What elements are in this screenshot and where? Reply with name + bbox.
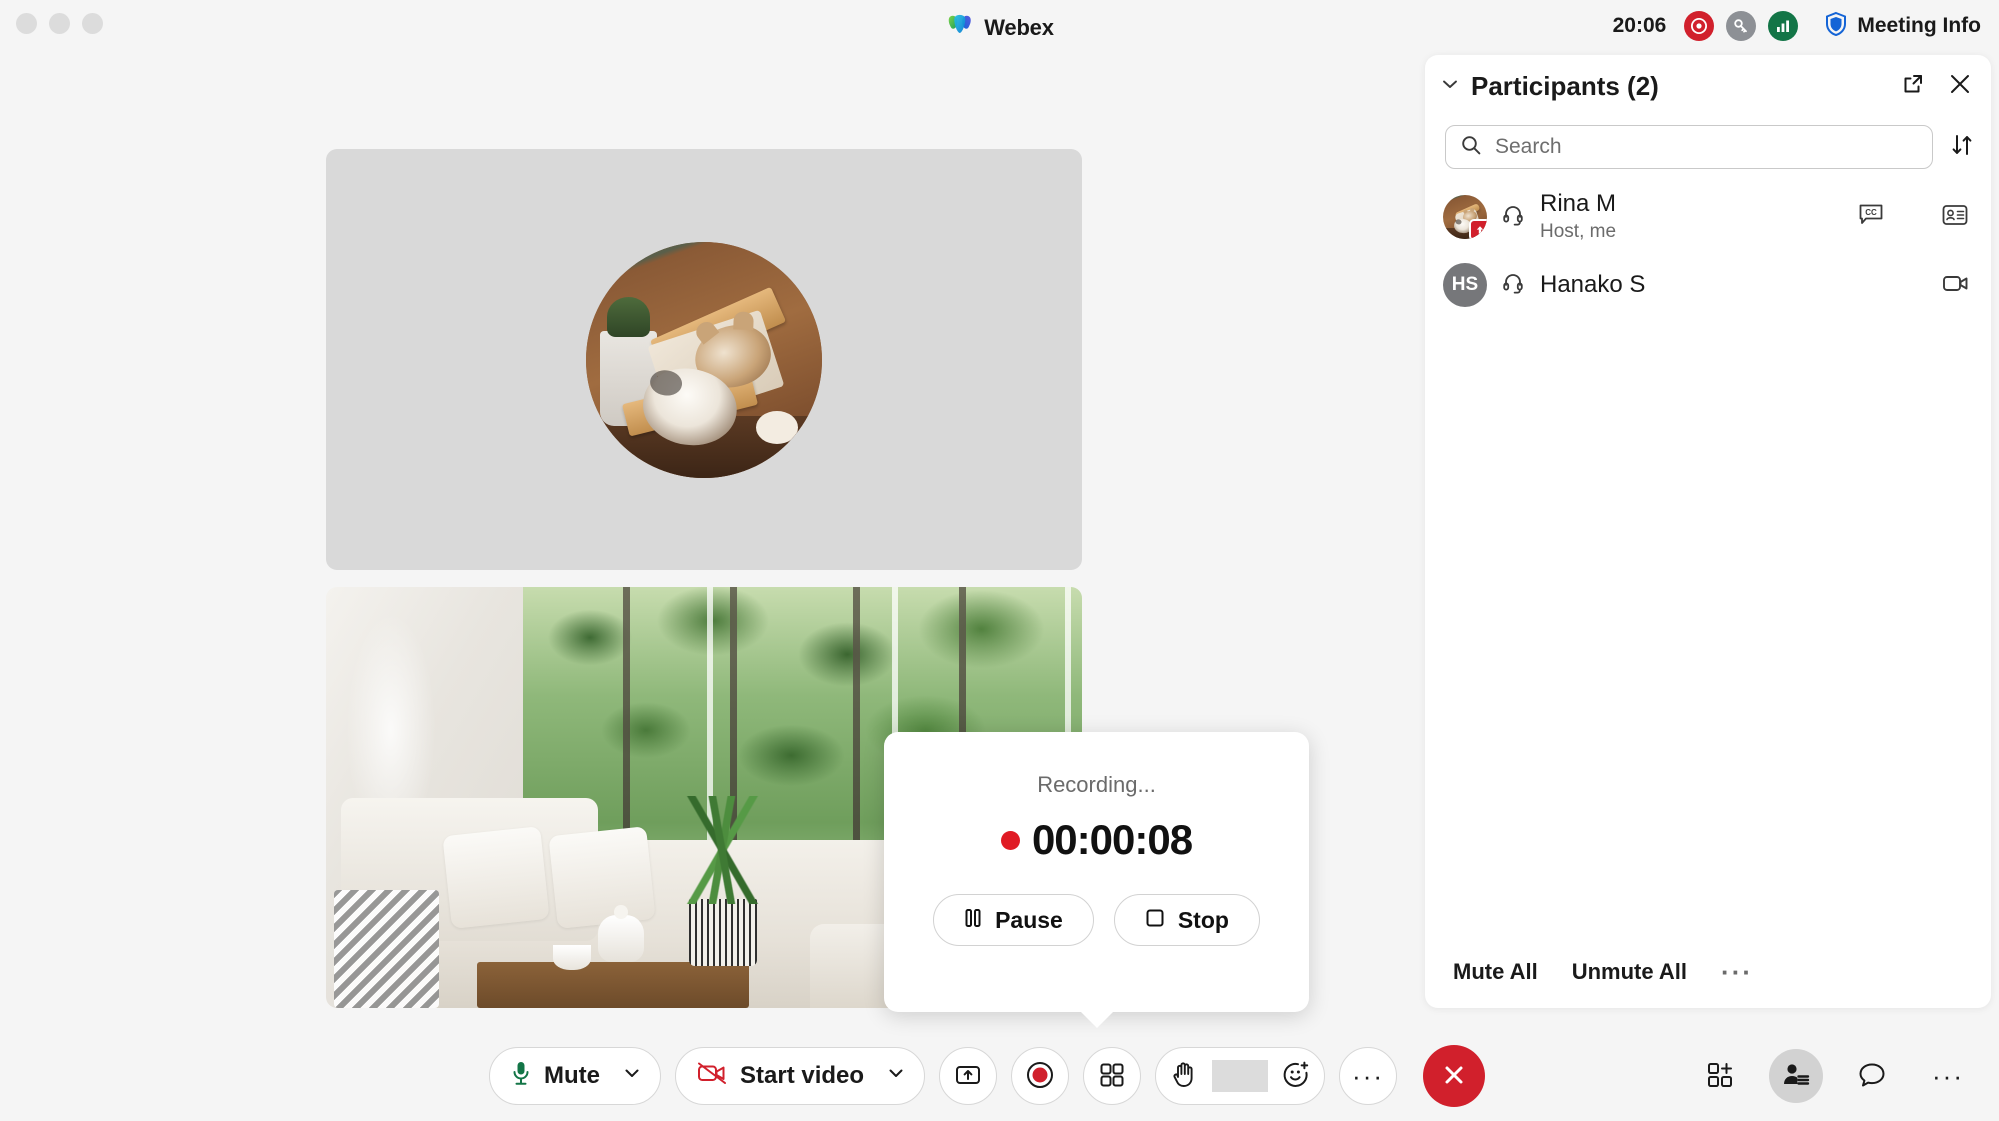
mute-label: Mute: [544, 1062, 600, 1089]
participant-avatar-image: [586, 241, 822, 478]
svg-text:CC: CC: [1865, 208, 1877, 217]
unmute-all-button[interactable]: Unmute All: [1572, 959, 1687, 985]
meeting-clock: 20:06: [1612, 14, 1667, 37]
recording-popover: Recording... 00:00:08 Pause Stop: [884, 732, 1309, 1012]
participants-list: Rina M Host, me CC HS Hanako S: [1425, 169, 1991, 936]
divider: [1212, 1060, 1269, 1092]
grid-layout-icon: [1099, 1062, 1125, 1091]
close-window-dot[interactable]: [16, 13, 37, 34]
emoji-reaction-icon: [1282, 1060, 1310, 1093]
headset-icon: [1500, 270, 1526, 301]
add-app-grid-icon: [1706, 1061, 1734, 1092]
record-button[interactable]: [1011, 1047, 1070, 1105]
reactions-group: [1155, 1047, 1326, 1105]
participants-panel-footer: Mute All Unmute All ···: [1425, 936, 1991, 1008]
avatar: HS: [1443, 263, 1487, 307]
chevron-down-icon[interactable]: [1439, 73, 1461, 100]
leave-meeting-button[interactable]: [1423, 1045, 1486, 1107]
webex-logo-icon: [945, 11, 973, 44]
raise-hand-button[interactable]: [1156, 1060, 1212, 1093]
stop-icon: [1145, 907, 1165, 934]
close-panel-icon[interactable]: [1947, 71, 1973, 102]
participant-name: Rina M: [1540, 190, 1617, 218]
chevron-down-icon[interactable]: [622, 1062, 642, 1090]
encryption-key-icon[interactable]: [1726, 11, 1757, 41]
microphone-icon: [510, 1059, 532, 1094]
window-controls[interactable]: [16, 13, 103, 34]
participant-row[interactable]: Rina M Host, me CC: [1425, 183, 1991, 251]
meeting-info-label: Meeting Info: [1857, 14, 1981, 37]
headset-icon: [1500, 202, 1526, 233]
search-input[interactable]: [1495, 135, 1918, 159]
recording-status-label: Recording...: [1037, 772, 1156, 797]
stop-label: Stop: [1177, 906, 1229, 933]
share-screen-icon: [954, 1063, 982, 1090]
maximize-window-dot[interactable]: [82, 13, 103, 34]
pause-icon: [964, 907, 982, 934]
id-card-icon[interactable]: [1941, 203, 1969, 232]
ellipsis-icon: ···: [1932, 1061, 1964, 1091]
pause-label: Pause: [995, 906, 1063, 933]
video-camera-icon[interactable]: [1941, 271, 1971, 300]
minimize-window-dot[interactable]: [49, 13, 70, 34]
participant-name: Hanako S: [1540, 271, 1646, 299]
mute-button[interactable]: Mute: [489, 1047, 661, 1105]
security-shield-icon: [1824, 11, 1848, 42]
search-box[interactable]: [1445, 125, 1933, 169]
participants-panel-title: Participants (2): [1471, 70, 1659, 101]
ellipsis-icon: ···: [1352, 1061, 1385, 1091]
right-more-options-button[interactable]: ···: [1921, 1049, 1975, 1103]
search-icon: [1460, 134, 1482, 161]
panel-more-options-button[interactable]: ···: [1721, 957, 1753, 988]
start-video-button[interactable]: Start video: [675, 1047, 926, 1105]
video-tile-self[interactable]: [326, 149, 1082, 570]
chat-button[interactable]: [1845, 1049, 1899, 1103]
network-signal-icon[interactable]: [1768, 11, 1799, 41]
title-bar-status: 20:06 Meeting Info: [1613, 8, 1981, 44]
cc-icon[interactable]: CC: [1857, 202, 1885, 233]
chat-bubble-icon: [1858, 1061, 1886, 1092]
participants-icon: [1781, 1061, 1811, 1092]
video-camera-off-icon: [696, 1060, 728, 1093]
recording-elapsed: 00:00:08: [1031, 816, 1193, 863]
participants-panel-header: Participants (2): [1425, 55, 1991, 117]
close-icon: [1439, 1060, 1469, 1093]
reactions-button[interactable]: [1268, 1060, 1324, 1093]
sort-participants-icon[interactable]: [1949, 132, 1975, 163]
participants-search-row: [1425, 117, 1991, 169]
recording-timer: 00:00:08: [1000, 816, 1193, 864]
avatar: [1443, 195, 1487, 239]
recording-actions: Pause Stop: [933, 894, 1260, 946]
app-name: Webex: [984, 14, 1054, 40]
participants-panel: Participants (2) Search Rina M Host, me …: [1425, 55, 1991, 1008]
start-video-label: Start video: [740, 1062, 865, 1089]
chevron-down-icon[interactable]: [886, 1062, 906, 1090]
app-brand: Webex: [945, 11, 1054, 44]
participants-button[interactable]: [1769, 1049, 1823, 1103]
participant-row[interactable]: HS Hanako S: [1425, 251, 1991, 319]
popout-panel-icon[interactable]: [1901, 72, 1925, 101]
recording-status-icon[interactable]: [1684, 11, 1715, 41]
pause-recording-button[interactable]: Pause: [933, 894, 1094, 946]
raise-hand-icon: [1171, 1060, 1197, 1093]
right-control-group: ···: [1693, 1049, 1975, 1103]
screen-share-badge-icon: [1469, 219, 1487, 239]
record-icon: [1025, 1060, 1055, 1093]
more-controls-button[interactable]: ···: [1339, 1047, 1398, 1105]
apps-button[interactable]: [1693, 1049, 1747, 1103]
participant-role: Host, me: [1540, 220, 1617, 242]
meeting-info-button[interactable]: Meeting Info: [1824, 11, 1981, 42]
meeting-control-bar: Mute Start video ··· ···: [0, 1029, 1999, 1121]
mute-all-button[interactable]: Mute All: [1453, 959, 1538, 985]
recording-dot-icon: [1000, 830, 1020, 850]
title-bar: Webex 20:06 Meeting Info: [0, 0, 1999, 52]
layout-button[interactable]: [1083, 1047, 1142, 1105]
share-screen-button[interactable]: [939, 1047, 998, 1105]
stop-recording-button[interactable]: Stop: [1113, 894, 1260, 946]
